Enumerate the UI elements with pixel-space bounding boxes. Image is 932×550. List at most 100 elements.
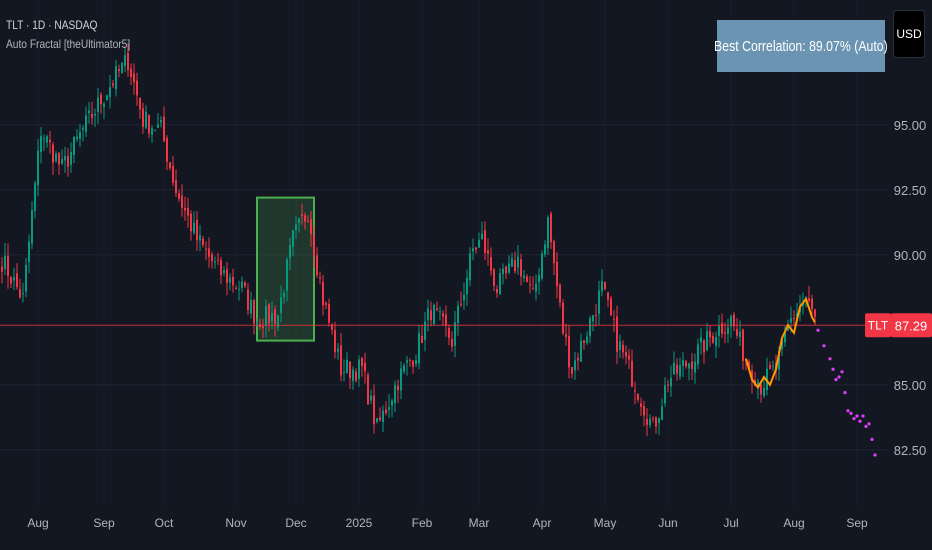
candle-body (166, 137, 168, 162)
time-tick-label: May (594, 516, 617, 530)
candle-body (25, 264, 27, 292)
candle-body (670, 378, 672, 387)
candle-body (361, 357, 363, 366)
candle-body (760, 384, 762, 395)
candle-body (358, 359, 360, 379)
projection-dot (852, 417, 856, 421)
candle-body (286, 259, 288, 291)
candle-body (553, 241, 555, 264)
candle-body (394, 385, 396, 404)
projection-dot (864, 424, 868, 428)
candle-body (742, 329, 744, 361)
candles (1, 43, 816, 437)
candle-body (187, 207, 189, 216)
fractal-overlay-line (745, 296, 816, 390)
price-tick-label: 90.00 (894, 248, 927, 263)
projection-dot (870, 437, 874, 441)
candle-body (49, 140, 51, 143)
candle-body (67, 155, 69, 167)
candle-body (91, 113, 93, 119)
candle-body (388, 407, 390, 410)
candle-body (652, 417, 654, 419)
candle-body (85, 115, 87, 132)
candle-body (244, 282, 246, 287)
candle-body (616, 316, 618, 352)
candle-body (559, 284, 561, 303)
candle-body (22, 293, 24, 295)
price-chart[interactable]: 95.00 92.50 90.00 85.00 82.50 Aug Sep Oct Nov De… (0, 0, 932, 550)
candle-body (631, 360, 633, 387)
candle-body (199, 235, 201, 241)
candle-body (601, 281, 603, 292)
candle-body (676, 364, 678, 374)
candle-body (610, 298, 612, 316)
candle-body (193, 222, 195, 233)
candle-body (301, 214, 303, 216)
candle-body (121, 62, 123, 74)
candle-body (181, 195, 183, 208)
candle-body (517, 256, 519, 268)
time-tick-label: Mar (469, 516, 490, 530)
candle-body (205, 248, 207, 250)
candle-body (349, 361, 351, 379)
candle-body (52, 144, 54, 163)
candle-body (697, 344, 699, 365)
candle-body (541, 253, 543, 279)
candle-body (478, 239, 480, 248)
candle-body (304, 215, 306, 222)
candle-body (352, 369, 354, 382)
candle-body (625, 352, 627, 357)
candle-body (724, 332, 726, 334)
candle-body (487, 250, 489, 254)
candle-body (175, 180, 177, 193)
candle-body (322, 282, 324, 306)
candle-body (295, 224, 297, 230)
candle-body (526, 276, 528, 283)
time-tick-label: Apr (533, 516, 552, 530)
candle-body (658, 417, 660, 424)
candle-body (268, 304, 270, 324)
candle-body (691, 361, 693, 370)
candle-body (226, 269, 228, 284)
candle-body (538, 275, 540, 283)
candle-body (196, 219, 198, 241)
candle-body (169, 162, 171, 169)
candle-body (217, 259, 219, 261)
candle-body (793, 318, 795, 320)
candle-body (154, 130, 156, 132)
projection-dot (843, 391, 847, 395)
candle-body (496, 289, 498, 294)
candle-body (139, 98, 141, 110)
projection-dot (816, 328, 820, 332)
candle-body (385, 409, 387, 414)
candle-body (769, 364, 771, 369)
candle-body (640, 403, 642, 407)
candle-body (124, 55, 126, 66)
price-tick-label: 92.50 (894, 183, 927, 198)
candle-body (346, 359, 348, 373)
candle-body (682, 360, 684, 366)
currency-button[interactable]: USD (893, 10, 925, 58)
candle-body (94, 114, 96, 116)
candle-body (634, 390, 636, 392)
projection-dot (846, 409, 850, 413)
projection-dot (873, 453, 877, 457)
price-axis[interactable]: 95.00 92.50 90.00 85.00 82.50 (894, 118, 927, 458)
candle-body (274, 309, 276, 324)
correlation-text: Best Correlation: 89.07% (Auto) (714, 37, 888, 55)
time-tick-label: Sep (846, 516, 868, 530)
candle-body (790, 318, 792, 323)
candle-body (712, 335, 714, 343)
time-axis[interactable]: Aug Sep Oct Nov Dec 2025 Feb Mar Apr May Jun Jul Aug… (27, 516, 868, 530)
projection-dot (861, 414, 865, 418)
indicator-legend[interactable]: Auto Fractal [theUltimator5] (6, 37, 130, 51)
candle-body (592, 315, 594, 322)
last-price-badge: TLT 87.29 (865, 313, 932, 338)
candle-body (235, 287, 237, 289)
candle-body (163, 116, 165, 142)
projection-dot (834, 378, 838, 382)
symbol-legend[interactable]: TLT · 1D · NASDAQ (6, 18, 97, 32)
candle-body (142, 108, 144, 127)
candle-body (400, 368, 402, 391)
candle-body (367, 374, 369, 405)
